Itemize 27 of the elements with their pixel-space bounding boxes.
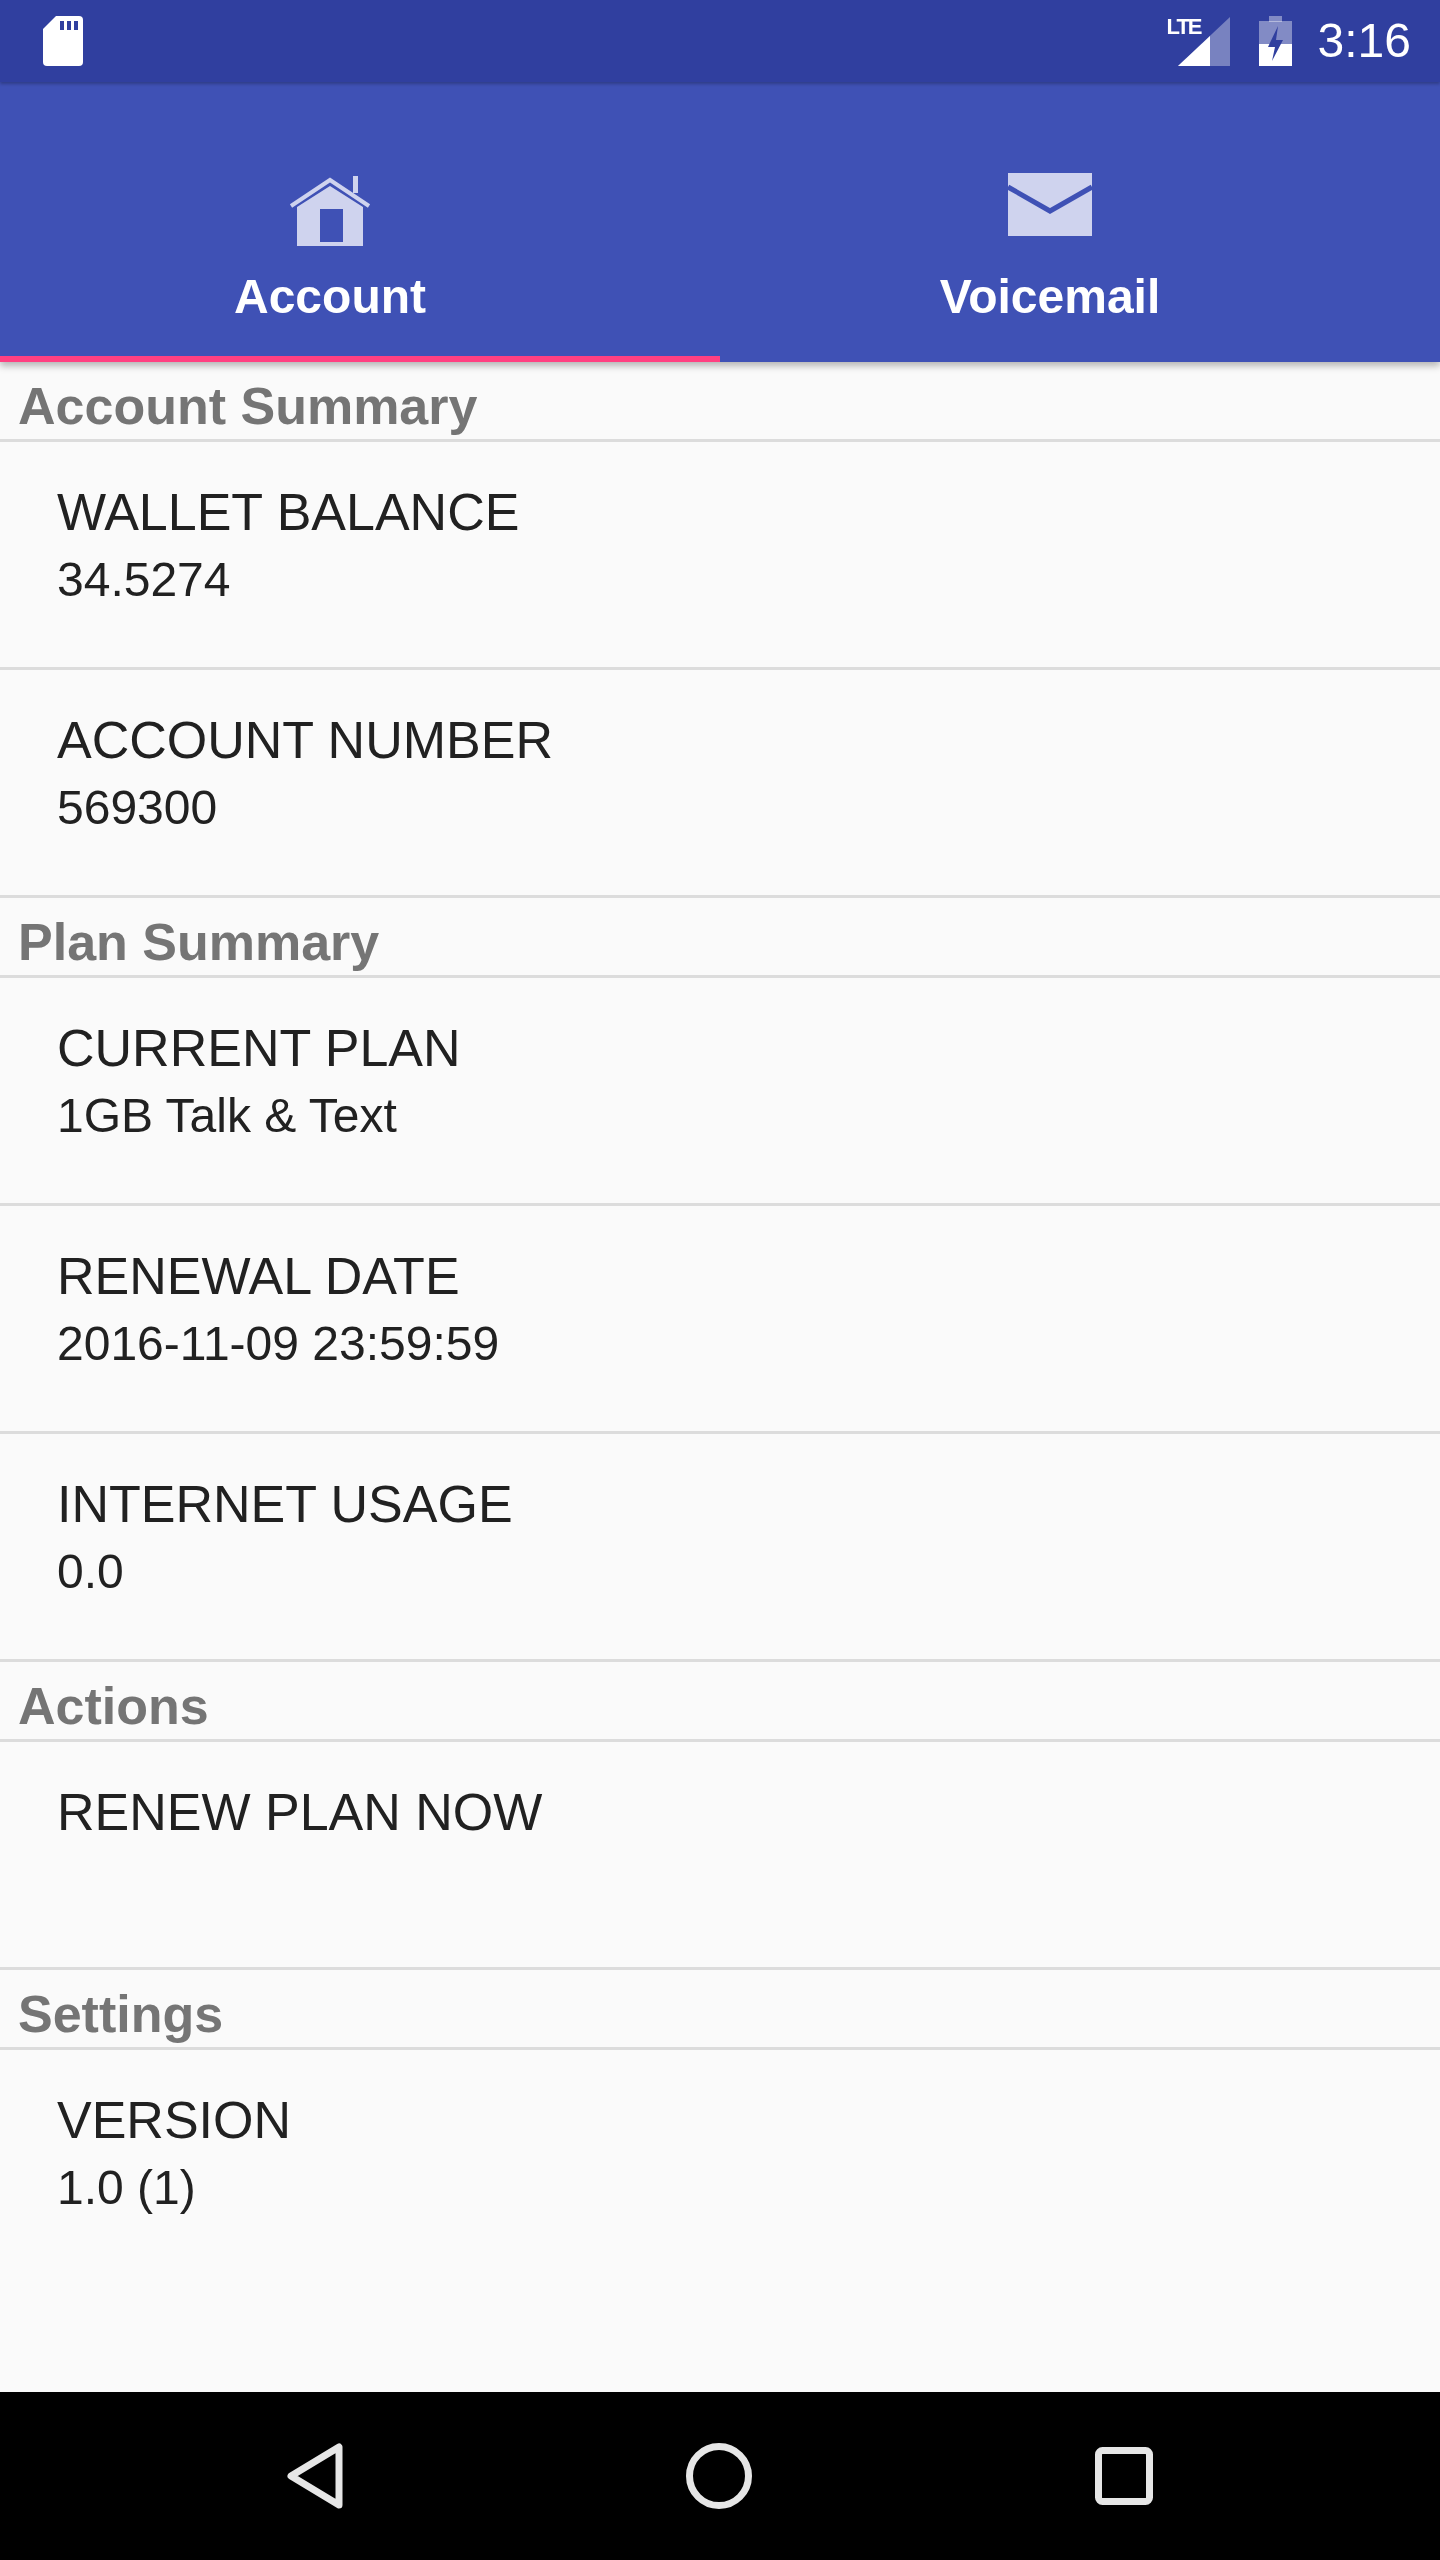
item-value: 34.5274	[57, 552, 231, 608]
status-time: 3:16	[1317, 13, 1411, 69]
home-icon[interactable]	[686, 2443, 752, 2509]
section-header: Actions	[0, 1662, 1440, 1742]
list-item-button[interactable]: RENEW PLAN NOW	[0, 1742, 1440, 1970]
tab[interactable]: Voicemail	[720, 82, 1440, 362]
item-label: ACCOUNT NUMBER	[57, 710, 553, 771]
item-label: INTERNET USAGE	[57, 1474, 513, 1535]
section-header: Plan Summary	[0, 898, 1440, 978]
item-label: CURRENT PLAN	[57, 1018, 461, 1079]
item-label: VERSION	[57, 2090, 292, 2151]
envelope-icon	[1008, 173, 1092, 236]
item-value: 1GB Talk & Text	[57, 1088, 397, 1144]
battery-icon	[1258, 16, 1292, 66]
item-value: 0.0	[57, 1544, 124, 1600]
back-icon[interactable]	[287, 2443, 343, 2509]
section-header: Settings	[0, 1970, 1440, 2050]
item-label: WALLET BALANCE	[57, 482, 520, 543]
item-value: 2016-11-09 23:59:59	[57, 1316, 500, 1372]
item-value: 569300	[57, 780, 218, 836]
sd-card-icon	[43, 16, 83, 66]
section-header: Account Summary	[0, 362, 1440, 442]
house-icon	[289, 176, 371, 246]
network-type-label: LTE	[1166, 14, 1201, 40]
item-value: 1.0 (1)	[57, 2160, 196, 2216]
item-label: RENEWAL DATE	[57, 1246, 460, 1307]
recent-apps-icon[interactable]	[1095, 2447, 1153, 2505]
